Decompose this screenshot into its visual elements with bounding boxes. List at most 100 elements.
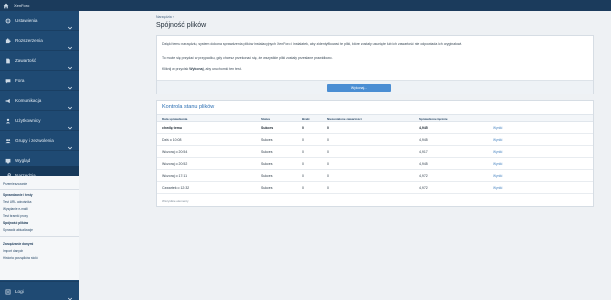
sidebar-item-label: Fora <box>15 78 25 83</box>
submenu-section-data: Zarządzanie danymi <box>3 242 34 246</box>
breadcrumb[interactable]: Narzędzia › <box>156 15 174 19</box>
table-row[interactable]: Czwartek o 12:32 Sukces 0 0 4,972 Wyniki <box>157 182 593 194</box>
form-footer: Wykonaj... <box>157 80 593 94</box>
submenu-item-email-test[interactable]: Wysyłanie e-maili <box>3 207 28 211</box>
check-date: Wczoraj o 17:11 <box>162 174 188 178</box>
users-icon <box>5 138 11 144</box>
submenu-item-rebuild[interactable]: Przemieszczanie <box>3 182 27 186</box>
column-header: Data sprawdzenia <box>162 117 188 121</box>
list-icon <box>5 289 11 295</box>
check-date: Czwartek o 12:32 <box>162 186 190 190</box>
divider <box>0 189 79 190</box>
check-status: Sukces <box>261 138 273 142</box>
sidebar-item-label: Grupy i zezwolenia <box>15 138 54 143</box>
submenu-item-history[interactable]: Historia porządków stoló <box>3 256 38 260</box>
check-status: Sukces <box>261 174 273 178</box>
check-missing: 0 <box>302 162 304 166</box>
check-unmatched: 0 <box>327 162 329 166</box>
check-total: 4,972 <box>419 174 428 178</box>
check-missing: 0 <box>302 150 304 154</box>
check-missing: 0 <box>302 126 304 130</box>
sidebar-item-label: Ustawienia <box>15 18 38 23</box>
sidebar-item-content[interactable]: Zawartość <box>0 51 79 71</box>
table-footer: Wszystkie elementy <box>162 199 189 203</box>
table-row[interactable]: Dziś o 10:08 Sukces 0 0 4,945 Wyniki <box>157 134 593 146</box>
sidebar-item-label: Wygląd <box>15 158 31 163</box>
check-unmatched: 0 <box>327 150 329 154</box>
check-total: 4,917 <box>419 150 428 154</box>
submenu-item-file-check[interactable]: Spójność plików <box>3 221 28 225</box>
sidebar-item-label: Komunikacja <box>15 98 42 103</box>
palette-icon <box>5 158 11 164</box>
description-text: Kliknij w przycisk Wykonaj, aby uruchomi… <box>162 67 242 71</box>
check-total: 4,945 <box>419 138 428 142</box>
description-card: Dzięki temu narzędziu, system dokona spr… <box>156 35 594 94</box>
chevron-down-icon <box>67 18 73 29</box>
sidebar-item-groups[interactable]: Grupy i zezwolenia <box>0 131 79 151</box>
table-row[interactable]: Wczoraj o 20:52 Sukces 0 0 4,945 Wyniki <box>157 158 593 170</box>
results-link[interactable]: Wyniki <box>493 174 502 178</box>
column-header: Braki <box>302 117 310 121</box>
check-missing: 0 <box>302 186 304 190</box>
sidebar-item-addons[interactable]: Rozszerzenia <box>0 31 79 51</box>
check-status: Sukces <box>261 162 273 166</box>
sidebar-item-logs[interactable]: Logi <box>0 281 79 300</box>
puzzle-icon <box>5 37 11 44</box>
chevron-down-icon <box>67 78 73 89</box>
check-date: Dziś o 10:08 <box>162 138 182 142</box>
check-date: Wczoraj o 20:52 <box>162 162 188 166</box>
chevron-down-icon <box>67 98 73 109</box>
results-link[interactable]: Wyniki <box>493 150 502 154</box>
checks-title: Kontrola stanu plików <box>162 104 215 110</box>
home-icon[interactable] <box>0 0 12 11</box>
sidebar-item-users[interactable]: Użytkownicy <box>0 111 79 131</box>
sidebar-item-label: Logi <box>15 289 24 294</box>
table-row[interactable]: chwilę temu Sukces 0 0 4,945 Wyniki <box>157 122 593 134</box>
chevron-down-icon <box>67 58 73 69</box>
results-link[interactable]: Wyniki <box>493 126 502 130</box>
submenu-item-url-test[interactable]: Test URL odnośnika <box>3 200 31 204</box>
check-missing: 0 <box>302 174 304 178</box>
sidebar-item-forums[interactable]: Fora <box>0 71 79 91</box>
check-missing: 0 <box>302 138 304 142</box>
sidebar-item-label: Zawartość <box>15 58 37 63</box>
file-icon <box>5 58 11 64</box>
sidebar-item-label: Rozszerzenia <box>15 38 43 43</box>
chevron-down-icon <box>67 289 73 300</box>
column-header: Niezustalone zawartości <box>327 117 362 121</box>
results-link[interactable]: Wyniki <box>493 138 502 142</box>
megaphone-icon <box>5 98 11 104</box>
results-link[interactable]: Wyniki <box>493 186 502 190</box>
chevron-down-icon <box>67 38 73 49</box>
check-unmatched: 0 <box>327 138 329 142</box>
app-title[interactable]: XenForo <box>14 3 29 8</box>
check-unmatched: 0 <box>327 174 329 178</box>
column-header: Status <box>261 117 271 121</box>
chevron-down-icon <box>67 118 73 129</box>
page-title: Spójność plików <box>156 22 207 29</box>
chevron-down-icon <box>67 138 73 149</box>
gear-icon <box>5 18 11 24</box>
check-date: Wczoraj o 20:54 <box>162 150 188 154</box>
tools-submenu: Przemieszczanie Sprawdzanie i testy Test… <box>0 176 79 280</box>
divider <box>0 236 79 237</box>
results-link[interactable]: Wyniki <box>493 162 502 166</box>
table-header: Data sprawdzenia Status Braki Niezustalo… <box>157 114 593 122</box>
table-row[interactable]: Wczoraj o 17:11 Sukces 0 0 4,972 Wyniki <box>157 170 593 182</box>
chevron-down-icon <box>67 158 73 169</box>
sidebar-item-communication[interactable]: Komunikacja <box>0 91 79 111</box>
check-total: 4,945 <box>419 162 428 166</box>
table-row[interactable]: Wczoraj o 20:54 Sukces 0 0 4,917 Wyniki <box>157 146 593 158</box>
check-status: Sukces <box>261 150 273 154</box>
submenu-item-proxy-test[interactable]: Test bramki proxy <box>3 214 28 218</box>
run-button[interactable]: Wykonaj... <box>327 84 391 92</box>
check-unmatched: 0 <box>327 126 329 130</box>
chat-icon <box>5 78 11 84</box>
submenu-item-import[interactable]: Import danych <box>3 249 23 253</box>
check-status: Sukces <box>261 126 274 130</box>
sidebar-item-label: Użytkownicy <box>15 118 41 123</box>
column-header: Sprawdzone łącznie <box>419 117 448 121</box>
user-icon <box>5 118 11 124</box>
submenu-item-updates[interactable]: Sprawdź aktualizacje <box>3 228 33 232</box>
sidebar-item-settings[interactable]: Ustawienia <box>0 11 79 31</box>
